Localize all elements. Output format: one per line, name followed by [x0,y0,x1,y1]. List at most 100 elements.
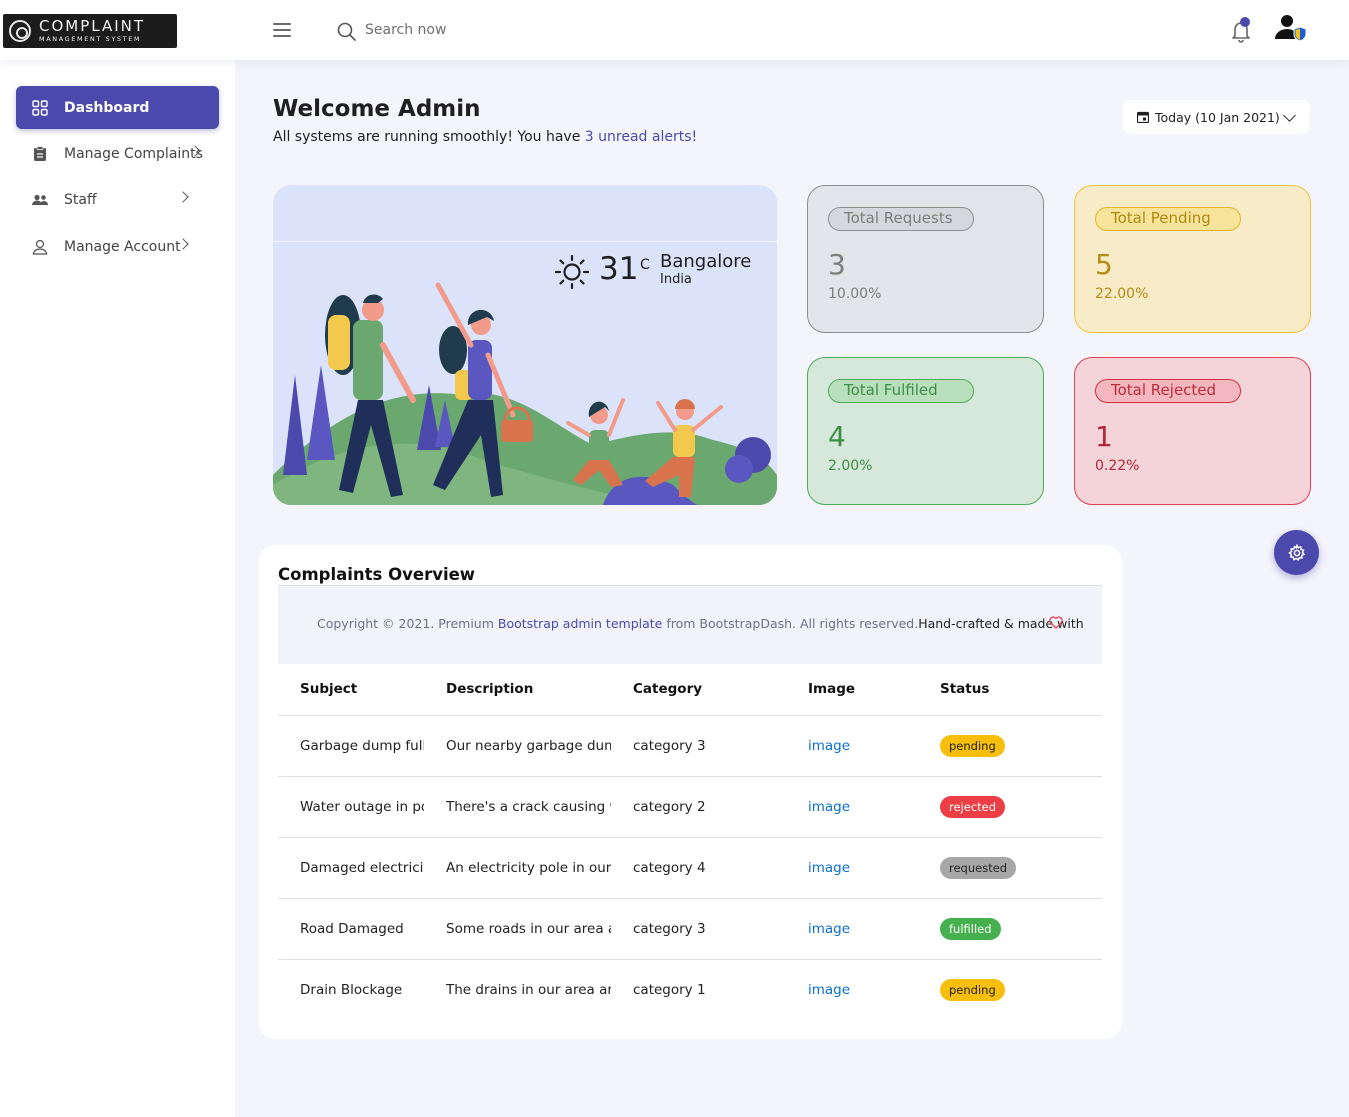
image-link[interactable]: image [808,799,850,815]
cell-status: requested [918,837,1102,899]
sidebar-item-label: Manage Complaints [64,145,203,162]
notification-dot [1240,17,1250,27]
table-row[interactable]: Garbage dump full Our nearby garbage dum… [278,715,1102,777]
cell-category: category 3 [611,898,786,960]
cell-description: Some roads in our area are [424,898,611,960]
cell-category: category 4 [611,837,786,899]
weather-temperature: 31 [599,251,639,287]
sidebar-item-label: Dashboard [64,99,150,116]
search-input[interactable] [365,18,625,42]
column-header[interactable]: Status [918,664,1102,716]
cell-status: pending [918,959,1102,1020]
heart-icon [1049,616,1063,629]
image-link[interactable]: image [808,982,850,998]
stat-card-total-fulfilled[interactable]: Total Fulfiled 4 2.00% [807,357,1044,505]
footer-copyright: Copyright © 2021. Premium Bootstrap admi… [317,616,1084,631]
table-row[interactable]: Road Damaged Some roads in our area are … [278,898,1102,960]
image-link[interactable]: image [808,921,850,937]
cell-subject: Water outage in por [278,776,424,838]
table-header-row: Subject Description Category Image Statu… [278,664,1102,716]
column-header[interactable]: Category [611,664,786,716]
weather-unit: C [640,257,650,273]
stat-card-total-rejected[interactable]: Total Rejected 1 0.22% [1074,357,1311,505]
stat-card-total-requests[interactable]: Total Requests 3 10.00% [807,185,1044,333]
search-icon[interactable] [337,22,357,42]
weather-city: Bangalore [660,251,752,272]
hiking-family-illustration [273,282,777,505]
people-icon [32,192,48,208]
status-badge: fulfilled [940,917,1001,940]
sidebar-item-staff[interactable]: Staff [16,178,219,221]
brand-title: COMPLAINT [39,17,146,36]
top-navbar: COMPLAINT MANAGEMENT SYSTEM [0,0,1349,60]
weather-card: 31 C Bangalore India [273,185,777,505]
sidebar-item-label: Staff [64,191,97,208]
table-row[interactable]: Drain Blockage The drains in our area ar… [278,959,1102,1020]
status-badge: rejected [940,795,1006,818]
image-link[interactable]: image [808,860,850,876]
sun-icon [554,254,590,290]
footer-band: Copyright © 2021. Premium Bootstrap admi… [278,586,1102,664]
welcome-subtitle-text: All systems are running smoothly! You ha… [273,129,585,145]
clipboard-icon [32,145,48,162]
brand-subtitle: MANAGEMENT SYSTEM [39,35,142,44]
footer-prefix: Copyright © 2021. Premium [317,616,498,631]
stat-percent: 0.22% [1095,458,1140,474]
calendar-icon [1137,111,1149,123]
stat-value: 1 [1095,420,1113,453]
cell-image: image [786,715,918,777]
cell-subject: Road Damaged [278,898,424,960]
weather-country: India [660,272,692,287]
cell-status: rejected [918,776,1102,838]
status-badge: pending [940,734,1005,757]
cell-category: category 2 [611,776,786,838]
status-badge: requested [940,856,1017,879]
stat-percent: 10.00% [828,286,882,302]
welcome-subtitle: All systems are running smoothly! You ha… [273,129,697,145]
table-row[interactable]: Damaged electricity An electricity pole … [278,837,1102,899]
sidebar-item-manage-account[interactable]: Manage Account [16,225,219,268]
gear-icon [1287,543,1305,561]
overview-title: Complaints Overview [278,565,476,584]
cell-category: category 3 [611,715,786,777]
cell-description: The drains in our area are l [446,981,611,998]
stat-label: Total Requests [828,207,974,231]
cell-image: image [786,837,918,899]
table-row[interactable]: Water outage in por There's a crack caus… [278,776,1102,838]
stat-value: 3 [828,248,846,281]
cell-description: There's a crack causing wa [424,776,611,838]
cell-image: image [786,776,918,838]
stat-percent: 2.00% [828,458,873,474]
menu-icon[interactable] [273,23,291,37]
cell-subject: Drain Blockage [300,981,403,998]
status-badge: pending [940,978,1005,1001]
column-header[interactable]: Subject [278,664,424,716]
cell-description: An electricity pole in our a [424,837,611,899]
cell-subject: Garbage dump full [278,715,424,777]
brand-logo[interactable]: COMPLAINT MANAGEMENT SYSTEM [3,14,177,48]
user-shield-icon[interactable] [1274,13,1308,43]
cell-image: image [786,898,918,960]
column-header[interactable]: Description [424,664,611,716]
logo-mark-icon [9,20,31,42]
cell-description: Our nearby garbage dump [424,715,611,777]
stat-card-total-pending[interactable]: Total Pending 5 22.00% [1074,185,1311,333]
sidebar-item-label: Manage Account [64,238,181,255]
cell-category: category 1 [633,981,706,998]
stat-percent: 22.00% [1095,286,1149,302]
unread-alerts-link[interactable]: 3 unread alerts! [585,129,697,145]
settings-button[interactable] [1274,530,1319,575]
cell-status: pending [918,715,1102,777]
complaints-overview-card: Complaints Overview Copyright © 2021. Pr… [258,545,1122,1039]
cell-status: fulfilled [918,898,1102,960]
bootstrap-template-link[interactable]: Bootstrap admin template [498,616,662,631]
stat-label: Total Rejected [1095,379,1241,403]
date-filter-dropdown[interactable]: Today (10 Jan 2021) [1123,100,1310,134]
image-link[interactable]: image [808,738,850,754]
column-header[interactable]: Image [786,664,918,716]
sidebar: Dashboard Manage Complaints Staff Manage… [0,60,235,1117]
stat-value: 4 [828,420,846,453]
sidebar-item-manage-complaints[interactable]: Manage Complaints [16,132,219,175]
sidebar-item-dashboard[interactable]: Dashboard [16,86,219,129]
chevron-right-icon [177,191,189,203]
